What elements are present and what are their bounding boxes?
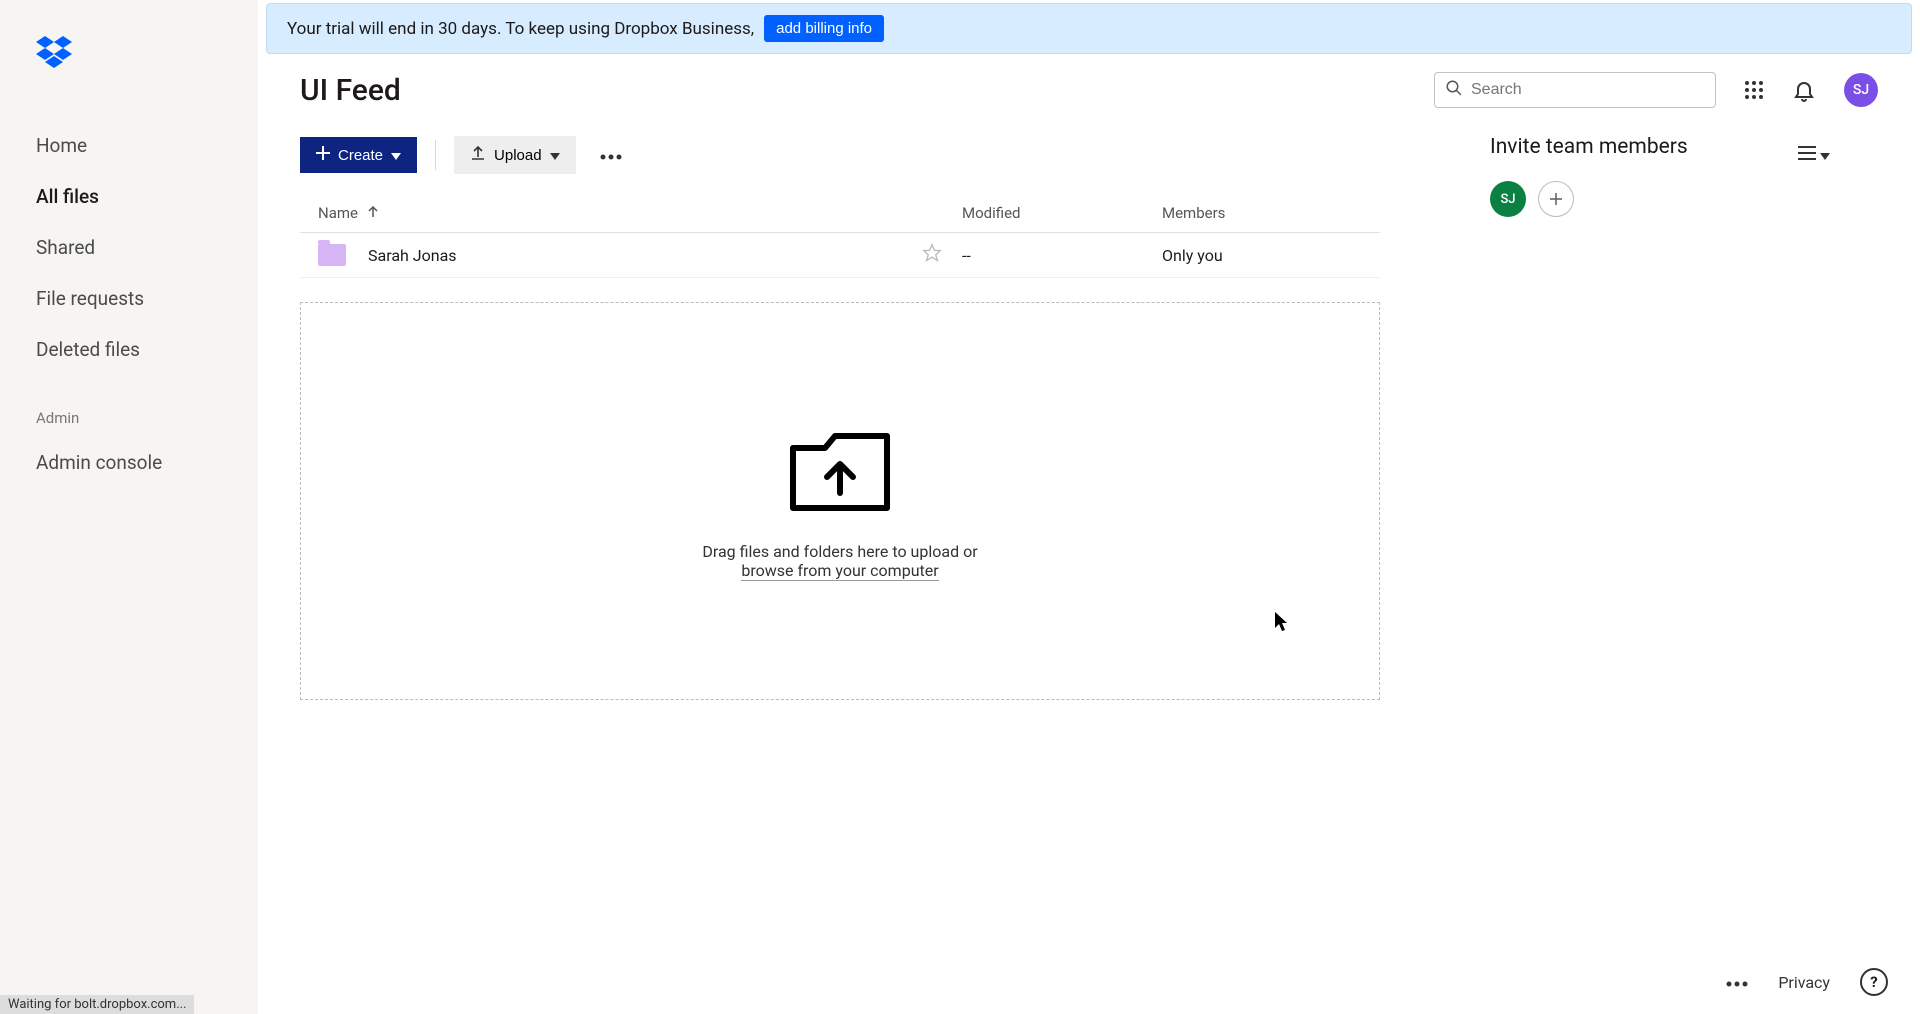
upload-icon [470, 145, 486, 165]
nav-admin-console[interactable]: Admin console [0, 437, 258, 488]
trial-banner: Your trial will end in 30 days. To keep … [266, 3, 1912, 54]
file-table: Name Modified Members Sarah Jonas -- Onl… [300, 194, 1380, 278]
footer: Privacy ? [1726, 968, 1888, 996]
dropzone-text: Drag files and folders here to upload or [702, 542, 977, 561]
nav-deleted-files[interactable]: Deleted files [0, 324, 258, 375]
search-box[interactable] [1434, 72, 1716, 108]
folder-upload-icon [785, 423, 895, 522]
upload-button-label: Upload [494, 147, 542, 164]
add-member-button[interactable] [1538, 181, 1574, 217]
plus-icon [316, 146, 330, 164]
invite-panel: Invite team members SJ [1490, 135, 1920, 217]
sidebar: Home All files Shared File requests Dele… [0, 0, 258, 1014]
privacy-link[interactable]: Privacy [1778, 973, 1830, 992]
more-actions-button[interactable] [594, 140, 628, 170]
upload-dropzone[interactable]: Drag files and folders here to upload or… [300, 302, 1380, 700]
team-member-avatar[interactable]: SJ [1490, 181, 1526, 217]
notifications-icon[interactable] [1792, 78, 1816, 102]
column-name-label: Name [318, 204, 358, 222]
column-header-modified[interactable]: Modified [962, 204, 1162, 222]
chevron-down-icon [391, 147, 401, 164]
nav-list: Home All files Shared File requests Dele… [0, 120, 258, 375]
main-content: Your trial will end in 30 days. To keep … [258, 0, 1920, 1014]
upload-button[interactable]: Upload [454, 136, 576, 174]
create-button[interactable]: Create [300, 137, 417, 173]
page-header: UI Feed SJ [258, 54, 1920, 108]
table-header: Name Modified Members [300, 194, 1380, 233]
nav-shared[interactable]: Shared [0, 222, 258, 273]
browse-link[interactable]: browse from your computer [741, 561, 938, 581]
page-title: UI Feed [300, 73, 401, 108]
column-header-members[interactable]: Members [1162, 204, 1362, 222]
row-modified: -- [962, 246, 1162, 265]
user-avatar[interactable]: SJ [1844, 73, 1878, 107]
search-icon [1445, 79, 1463, 101]
column-header-name[interactable]: Name [318, 204, 962, 222]
apps-grid-icon[interactable] [1744, 80, 1764, 100]
folder-icon [318, 244, 346, 266]
admin-section-header: Admin [0, 375, 258, 437]
footer-more-icon[interactable] [1726, 973, 1748, 991]
sort-arrow-up-icon [368, 204, 378, 222]
nav-file-requests[interactable]: File requests [0, 273, 258, 324]
dropbox-logo[interactable] [36, 36, 258, 72]
add-billing-info-button[interactable]: add billing info [764, 15, 884, 42]
chevron-down-icon [550, 147, 560, 164]
row-name: Sarah Jonas [368, 246, 457, 265]
row-members: Only you [1162, 246, 1362, 265]
star-icon[interactable] [922, 243, 942, 267]
nav-home[interactable]: Home [0, 120, 258, 171]
table-row[interactable]: Sarah Jonas -- Only you [300, 233, 1380, 278]
toolbar-divider [435, 140, 436, 170]
create-button-label: Create [338, 147, 383, 164]
trial-banner-text: Your trial will end in 30 days. To keep … [287, 19, 754, 39]
help-icon[interactable]: ? [1860, 968, 1888, 996]
browser-status-bar: Waiting for bolt.dropbox.com... [0, 995, 194, 1014]
invite-title: Invite team members [1490, 135, 1878, 159]
admin-nav-list: Admin console [0, 437, 258, 488]
nav-all-files[interactable]: All files [0, 171, 258, 222]
search-input[interactable] [1471, 81, 1705, 99]
